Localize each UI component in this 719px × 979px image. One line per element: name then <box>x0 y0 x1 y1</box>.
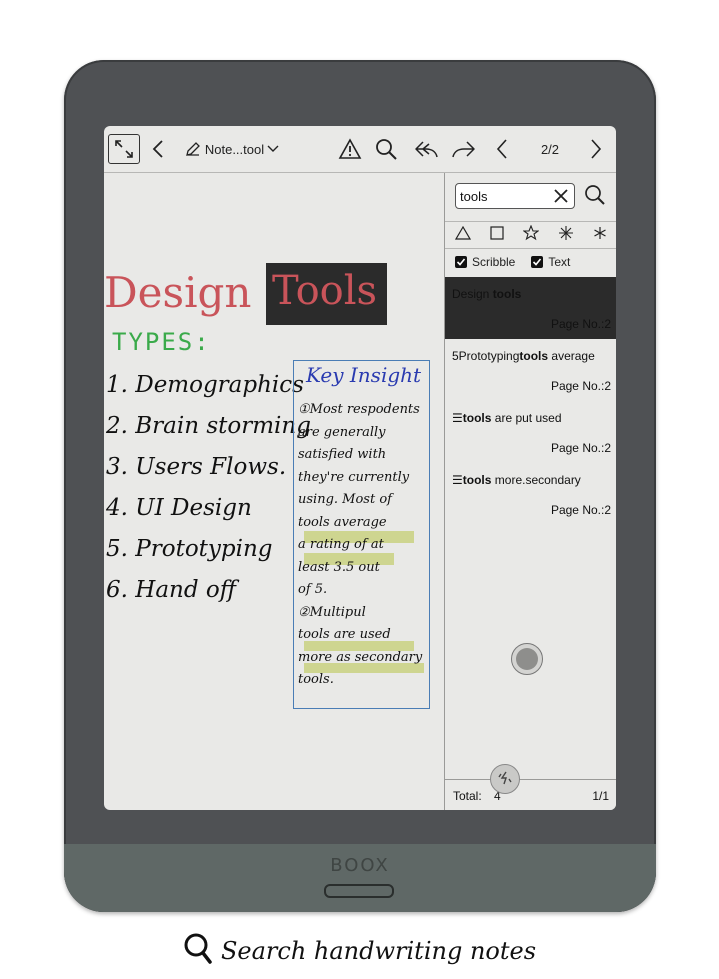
result-text: ☰tools are put used <box>452 411 562 425</box>
warning-button[interactable] <box>337 134 363 164</box>
insight-line: ②Multipul <box>298 604 366 620</box>
list-item: 3. Users Flows. <box>106 454 287 480</box>
insight-line: tools average <box>298 514 387 530</box>
total-label: Total: <box>453 789 482 803</box>
shape-filter-bar <box>445 221 616 249</box>
square-icon[interactable] <box>490 225 504 245</box>
undo-icon <box>413 139 439 159</box>
note-canvas[interactable]: Design Tools TYPES: 1. Demographics 2. B… <box>104 173 444 810</box>
caption-text: Search handwriting notes <box>220 937 537 965</box>
checkbox-checked-icon[interactable] <box>531 256 544 268</box>
search-result-item[interactable]: ☰tools more.secondary Page No.:2 <box>445 463 616 525</box>
insight-box[interactable]: Key Insight ①Most respodents are general… <box>293 360 430 709</box>
device-chin: BOOX <box>64 844 656 912</box>
insight-line: ①Most respodents <box>298 402 420 417</box>
pencil-icon <box>185 141 201 157</box>
floating-button-icon <box>516 648 538 670</box>
insight-line: least 3.5 out <box>298 559 380 575</box>
sparkle-icon[interactable] <box>558 225 574 246</box>
sync-icon <box>497 770 513 789</box>
result-page: Page No.:2 <box>550 379 611 393</box>
types-label: TYPES: <box>112 328 211 356</box>
home-button[interactable] <box>324 884 394 898</box>
previous-page-button[interactable] <box>494 134 510 164</box>
search-icon <box>583 185 607 211</box>
search-icon <box>183 932 213 970</box>
insight-body: ①Most respodents are generally satisfied… <box>298 399 422 692</box>
search-field[interactable] <box>455 183 575 209</box>
result-page: Page No.:2 <box>550 317 611 331</box>
insight-line: tools are used <box>298 627 391 642</box>
back-button[interactable] <box>148 134 168 164</box>
insight-line: are generally <box>298 424 386 440</box>
brand-logo: BOOX <box>330 855 390 876</box>
search-submit-button[interactable] <box>583 183 607 212</box>
result-text: Design tools <box>452 287 522 301</box>
insight-line: tools. <box>298 672 334 687</box>
undo-button[interactable] <box>412 134 440 164</box>
note-title-tools: Tools <box>272 268 378 314</box>
asterisk-icon[interactable] <box>593 226 607 245</box>
scribble-filter-label: Scribble <box>472 255 516 269</box>
results-pages: 1/1 <box>592 789 609 803</box>
text-filter[interactable]: Text <box>531 255 570 269</box>
type-filters: Scribble Text <box>445 249 616 275</box>
insight-line: more as secondary <box>298 649 423 665</box>
fullscreen-button[interactable] <box>108 134 140 164</box>
clear-search-button[interactable] <box>552 187 570 210</box>
results-footer: Total: 4 1/1 <box>445 764 616 810</box>
screen: Note...tool 2/2 Design Tools TYPES: 1. D… <box>104 126 616 810</box>
list-item: 4. UI Design <box>106 495 252 521</box>
result-text: ☰tools more.secondary <box>452 473 581 487</box>
text-filter-label: Text <box>548 255 571 269</box>
chevron-left-icon <box>496 138 508 160</box>
insight-line: of 5. <box>298 582 328 597</box>
insight-line: using. Most of <box>298 492 392 507</box>
chevron-down-icon <box>267 145 279 153</box>
redo-button[interactable] <box>450 134 478 164</box>
next-page-button[interactable] <box>588 134 604 164</box>
list-item: 2. Brain storming <box>106 413 311 439</box>
types-list: 1. Demographics 2. Brain storming 3. Use… <box>106 365 311 611</box>
search-result-item[interactable]: 5Prototypingtools average Page No.:2 <box>445 339 616 401</box>
note-title: Note...tool <box>204 141 265 157</box>
warning-icon <box>338 138 362 160</box>
expand-icon <box>114 139 134 159</box>
chevron-left-icon <box>152 139 164 159</box>
triangle-icon[interactable] <box>454 225 471 245</box>
result-page: Page No.:2 <box>550 441 611 455</box>
insight-line: satisfied with <box>298 447 387 462</box>
insight-line: they're currently <box>298 469 410 485</box>
insight-line: a rating of at <box>298 537 384 552</box>
list-item: 1. Demographics <box>106 372 304 398</box>
note-title-dropdown[interactable]: Note...tool <box>180 134 284 164</box>
search-button[interactable] <box>373 134 399 164</box>
search-result-item[interactable]: ☰tools are put used Page No.:2 <box>445 401 616 463</box>
star-icon[interactable] <box>522 224 540 246</box>
result-text: 5Prototypingtools average <box>452 349 595 363</box>
floating-action-button[interactable] <box>511 643 543 675</box>
search-icon <box>374 137 398 161</box>
top-toolbar: Note...tool 2/2 <box>104 126 616 173</box>
result-page: Page No.:2 <box>550 503 611 517</box>
search-input[interactable] <box>460 188 550 204</box>
list-item: 6. Hand off <box>106 577 237 603</box>
checkbox-checked-icon[interactable] <box>455 256 467 268</box>
redo-icon <box>451 139 477 159</box>
search-result-item[interactable]: Design tools Page No.:2 <box>445 277 616 339</box>
insight-title: Key Insight <box>306 363 422 387</box>
note-title-design: Design <box>104 268 252 317</box>
page-indicator: 2/2 <box>540 141 560 157</box>
chevron-right-icon <box>590 138 602 160</box>
caption: Search handwriting notes <box>0 932 719 970</box>
scribble-filter[interactable]: Scribble <box>455 255 515 269</box>
search-panel: Scribble Text Design tools Page No.:2 5P… <box>444 173 616 810</box>
list-item: 5. Prototyping <box>106 536 273 562</box>
sync-button[interactable] <box>490 764 520 794</box>
